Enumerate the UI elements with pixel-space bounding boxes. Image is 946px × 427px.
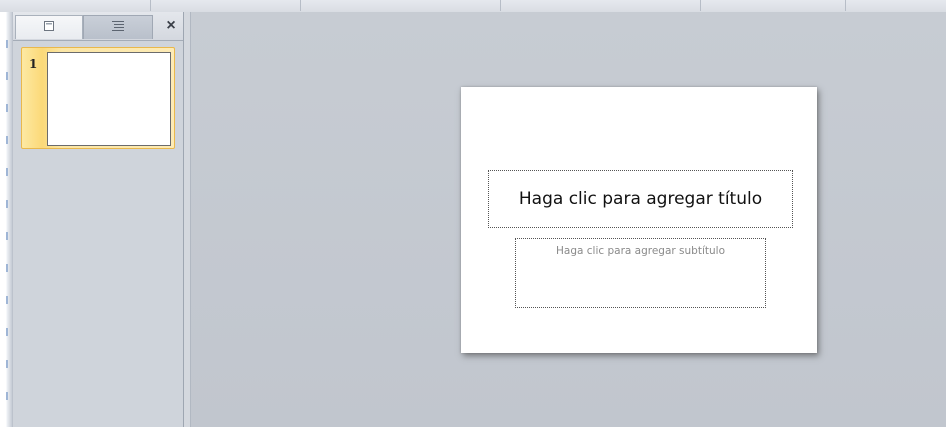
ruler-tick	[150, 0, 151, 11]
edge-mark	[6, 392, 8, 400]
ruler-tick	[500, 0, 501, 11]
close-icon: ×	[166, 17, 176, 34]
ruler-tick	[700, 0, 701, 11]
edge-mark	[6, 136, 8, 144]
edge-mark	[6, 40, 8, 48]
slides-tab[interactable]	[15, 15, 83, 39]
ruler-tick	[845, 0, 846, 11]
slide-canvas[interactable]: Haga clic para agregar título Haga clic …	[461, 87, 817, 353]
slide-number: 1	[29, 57, 38, 71]
edge-mark	[6, 104, 8, 112]
slide-thumbnail-item[interactable]: 1	[21, 47, 175, 149]
edge-mark	[6, 72, 8, 80]
title-placeholder[interactable]: Haga clic para agregar título	[488, 170, 793, 228]
presentation-editor: × 1 Haga clic para agregar título Haga c…	[0, 0, 946, 427]
outline-lines-icon	[111, 19, 125, 37]
edge-mark	[6, 200, 8, 208]
slide-thumbnail[interactable]	[47, 52, 171, 146]
edge-mark	[6, 328, 8, 336]
edge-mark	[6, 168, 8, 176]
close-panel-button[interactable]: ×	[163, 17, 179, 35]
window-left-edge	[0, 12, 13, 427]
slide-icon	[43, 19, 55, 37]
panel-tab-bar: ×	[13, 12, 183, 41]
outline-tab[interactable]	[83, 15, 153, 39]
edge-mark	[6, 296, 8, 304]
subtitle-placeholder[interactable]: Haga clic para agregar subtítulo	[515, 238, 766, 308]
edge-mark	[6, 360, 8, 368]
ruler-tick	[300, 0, 301, 11]
edge-mark	[6, 232, 8, 240]
edge-mark	[6, 264, 8, 272]
slides-panel: × 1	[13, 12, 184, 427]
